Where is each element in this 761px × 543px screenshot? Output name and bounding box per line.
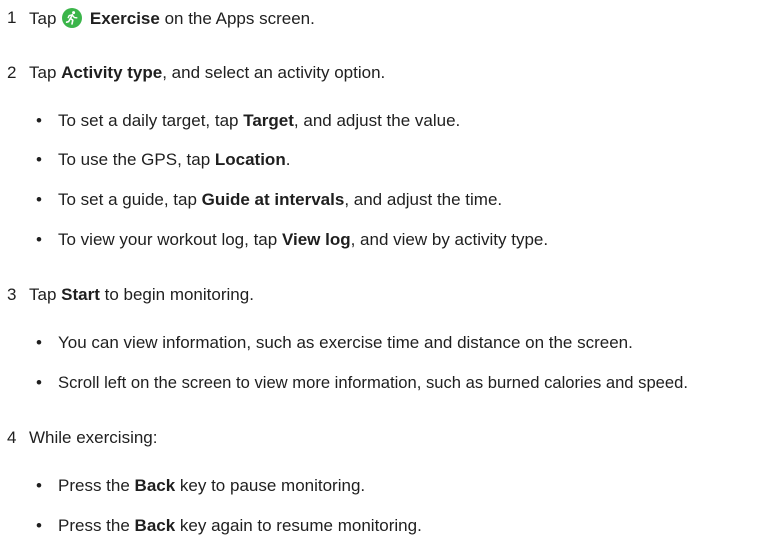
step-text: Tap — [29, 285, 62, 304]
step-1: 1 Tap Exercise on the Apps screen. — [7, 8, 747, 30]
step-number: 3 — [7, 285, 17, 304]
step-number: 2 — [7, 63, 17, 82]
bullet-text: Scroll left on the screen to view more i… — [58, 373, 688, 392]
bullet-bold-term: Back — [134, 476, 176, 495]
bullet-text: Press the — [58, 476, 135, 495]
bullet-marker: • — [36, 476, 42, 495]
bullet-bold-term: Back — [134, 516, 176, 535]
bullet-item: • You can view information, such as exer… — [36, 333, 756, 355]
bullet-marker: • — [36, 111, 42, 130]
bullet-item: • To set a daily target, tap Target, and… — [36, 111, 756, 133]
running-person-icon — [62, 8, 83, 28]
step-text-end: , and select an activity option. — [162, 63, 386, 82]
bullet-item: • To set a guide, tap Guide at intervals… — [36, 190, 756, 212]
bullet-item: • To view your workout log, tap View log… — [36, 230, 756, 252]
bullet-marker: • — [36, 516, 42, 535]
bullet-text: You can view information, such as exerci… — [58, 333, 633, 352]
bullet-marker: • — [36, 190, 42, 209]
bullet-item: • Press the Back key to pause monitoring… — [36, 476, 756, 498]
bullet-text-end: . — [285, 150, 291, 169]
bullet-marker: • — [36, 333, 42, 352]
bullet-bold-term: Target — [243, 111, 294, 130]
bullet-text: Press the — [58, 516, 135, 535]
step-bold-term: Activity type — [61, 63, 163, 82]
bullet-text-end: key again to resume monitoring. — [175, 516, 422, 535]
step-3: 3 Tap Start to begin monitoring. — [7, 285, 747, 307]
bullet-bold-term: Guide at intervals — [201, 190, 345, 209]
step-text: Tap — [29, 63, 62, 82]
bullet-text: To set a guide, tap — [58, 190, 202, 209]
bullet-text-end: , and view by activity type. — [350, 230, 549, 249]
bullet-text-end: , and adjust the time. — [344, 190, 503, 209]
step-number: 1 — [7, 8, 17, 27]
bullet-item: • Scroll left on the screen to view more… — [36, 373, 756, 395]
step-text: While exercising: — [29, 428, 158, 447]
step-bold-term: Start — [61, 285, 100, 304]
bullet-marker: • — [36, 373, 42, 392]
bullet-marker: • — [36, 230, 42, 249]
bullet-text: To use the GPS, tap — [58, 150, 215, 169]
bullet-marker: • — [36, 150, 42, 169]
step-2: 2 Tap Activity type, and select an activ… — [7, 63, 747, 85]
bullet-item: • To use the GPS, tap Location. — [36, 150, 756, 172]
step-text: Tap — [29, 9, 57, 28]
bullet-item: • Press the Back key again to resume mon… — [36, 516, 756, 538]
bullet-text-end: key to pause monitoring. — [175, 476, 366, 495]
step-bold-term: Exercise — [89, 9, 160, 28]
bullet-text: To view your workout log, tap — [58, 230, 282, 249]
step-4: 4 While exercising: — [7, 428, 747, 450]
bullet-text: To set a daily target, tap — [58, 111, 244, 130]
bullet-text-end: , and adjust the value. — [293, 111, 461, 130]
step-text-end: on the Apps screen. — [159, 9, 315, 28]
step-text-end: to begin monitoring. — [99, 285, 254, 304]
step-number: 4 — [7, 428, 17, 447]
bullet-bold-term: Location — [214, 150, 286, 169]
bullet-bold-term: View log — [281, 230, 351, 249]
